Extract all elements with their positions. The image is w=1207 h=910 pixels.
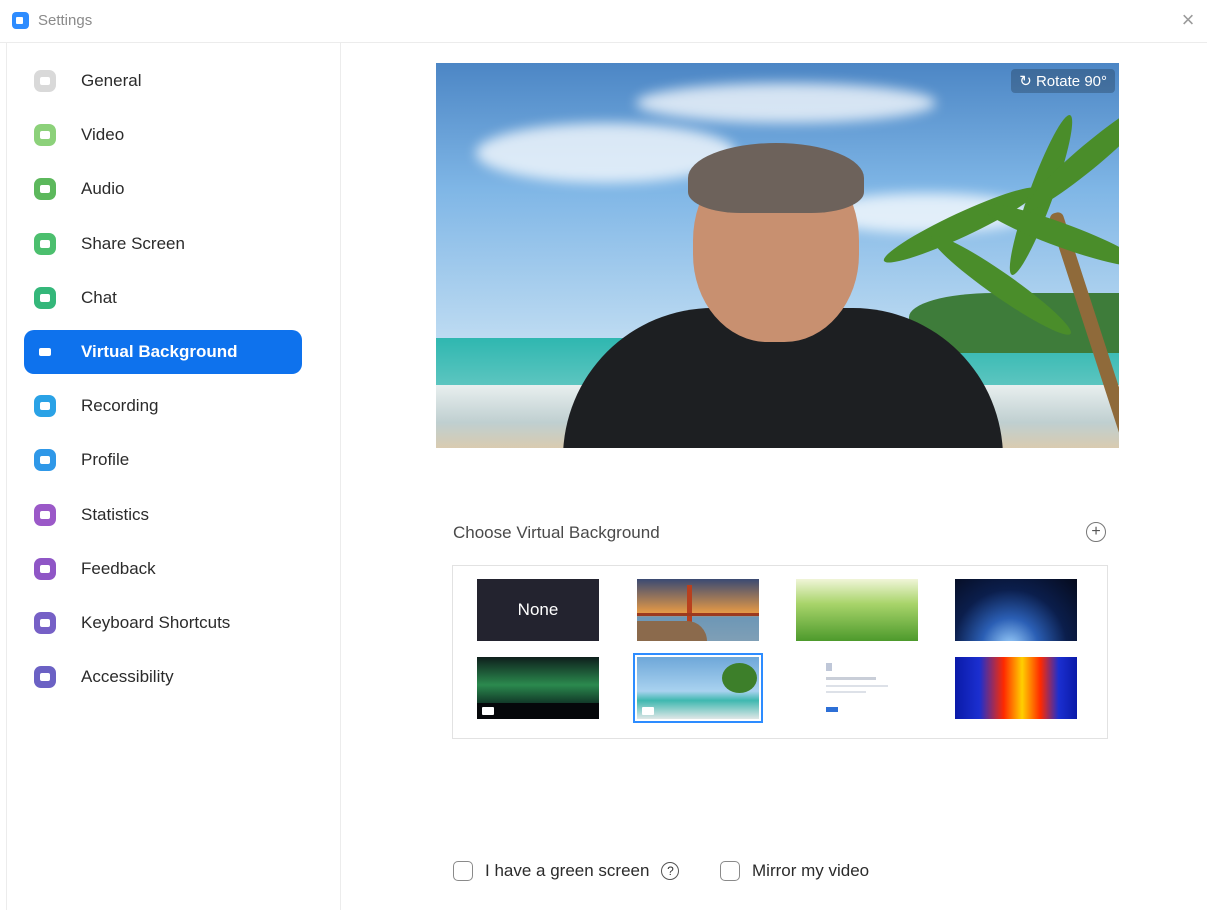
mirror-video-label: Mirror my video (752, 861, 870, 880)
keyboard-icon (34, 612, 56, 634)
choose-background-label: Choose Virtual Background (453, 523, 660, 542)
record-icon (34, 395, 56, 417)
sidebar-item-label: Virtual Background (81, 342, 238, 361)
rotate-button[interactable]: ↻ Rotate 90° (1011, 69, 1115, 93)
bridge-cliff (637, 621, 707, 641)
sidebar-item-share-screen[interactable]: Share Screen (24, 222, 302, 266)
record-icon-glyph (40, 402, 50, 410)
sidebar-item-label: Share Screen (81, 234, 185, 253)
sidebar-item-virtual-background[interactable]: Virtual Background (24, 330, 302, 374)
thumb-none-label: None (517, 600, 559, 619)
sidebar-item-label: Keyboard Shortcuts (81, 613, 231, 632)
sidebar-item-label: Audio (81, 179, 125, 198)
window-title: Settings (38, 12, 93, 29)
sidebar-item-label: General (81, 71, 142, 90)
background-grid: None (452, 565, 1108, 739)
settings-sidebar: General Video Audio Share Screen Chat Virtual… (0, 43, 341, 910)
accessibility-icon (34, 666, 56, 688)
video-badge-icon (642, 707, 654, 715)
add-background-button[interactable]: + (1086, 522, 1106, 542)
sidebar-item-accessibility[interactable]: Accessibility (24, 655, 302, 699)
share-screen-icon (34, 233, 56, 255)
video-camera-icon (34, 124, 56, 146)
thumb-grass[interactable] (796, 579, 918, 641)
aurora-treeline (477, 703, 599, 719)
chat-bubble-icon-glyph (40, 294, 50, 302)
green-screen-checkbox[interactable] (453, 861, 473, 881)
sidebar-item-label: Chat (81, 288, 117, 307)
green-screen-option: I have a green screen ? (453, 861, 680, 881)
chat-bubble-icon (34, 287, 56, 309)
mirror-video-checkbox[interactable] (720, 861, 740, 881)
sidebar-item-chat[interactable]: Chat (24, 276, 302, 320)
thumb-golden-gate[interactable] (637, 579, 759, 641)
gear-icon-glyph (40, 77, 50, 85)
video-preview: ↻ Rotate 90° (436, 63, 1119, 448)
headphones-icon-glyph (40, 185, 50, 193)
doc-line (826, 677, 876, 680)
doc-line (826, 691, 866, 693)
person-card-icon (34, 341, 56, 363)
headphones-icon (34, 178, 56, 200)
bar-chart-icon (34, 504, 56, 526)
sidebar-item-profile[interactable]: Profile (24, 438, 302, 482)
video-camera-icon-glyph (40, 131, 50, 139)
thumb-earth-space[interactable] (955, 579, 1077, 641)
help-icon[interactable]: ? (661, 862, 680, 880)
sidebar-item-label: Video (81, 125, 125, 144)
doc-logo (826, 663, 832, 671)
thumb-aurora[interactable] (477, 657, 599, 719)
gear-icon (34, 70, 56, 92)
rotate-icon: ↻ (1019, 73, 1032, 90)
sidebar-item-recording[interactable]: Recording (24, 384, 302, 428)
smiley-icon-glyph (40, 565, 50, 573)
sidebar-item-keyboard-shortcuts[interactable]: Keyboard Shortcuts (24, 601, 302, 645)
sidebar-item-statistics[interactable]: Statistics (24, 493, 302, 537)
zoom-app-icon (12, 12, 29, 29)
profile-icon-glyph (40, 456, 50, 464)
rotate-label: Rotate 90° (1035, 73, 1107, 90)
person-hair (688, 143, 864, 213)
sidebar-item-audio[interactable]: Audio (24, 167, 302, 211)
thumb-document[interactable] (796, 657, 918, 719)
keyboard-icon-glyph (40, 619, 50, 627)
thumb-audio-wave[interactable] (955, 657, 1077, 719)
video-badge-icon (482, 707, 494, 715)
preview-cloud (636, 83, 936, 123)
bar-chart-icon-glyph (40, 511, 50, 519)
sidebar-item-feedback[interactable]: Feedback (24, 547, 302, 591)
thumb-none[interactable]: None (477, 579, 599, 641)
sidebar-item-video[interactable]: Video (24, 113, 302, 157)
doc-button (826, 707, 838, 712)
thumb-beach[interactable] (633, 653, 763, 723)
close-button[interactable]: × (1177, 9, 1199, 31)
beach-palm (722, 663, 757, 693)
bridge-deck (637, 613, 759, 616)
share-screen-icon-glyph (40, 240, 50, 248)
title-bar: Settings × (0, 0, 1207, 43)
sidebar-item-label: Feedback (81, 559, 156, 578)
sidebar-item-label: Profile (81, 450, 130, 469)
sidebar-item-label: Recording (81, 396, 159, 415)
smiley-icon (34, 558, 56, 580)
accessibility-icon-glyph (40, 673, 50, 681)
sidebar-item-general[interactable]: General (24, 59, 302, 103)
sidebar-item-label: Accessibility (81, 667, 174, 686)
sidebar-item-label: Statistics (81, 505, 150, 524)
green-screen-label: I have a green screen (485, 861, 650, 880)
doc-line (826, 685, 888, 687)
person-card-icon-glyph (39, 348, 51, 356)
profile-icon (34, 449, 56, 471)
mirror-option: Mirror my video (720, 861, 869, 881)
